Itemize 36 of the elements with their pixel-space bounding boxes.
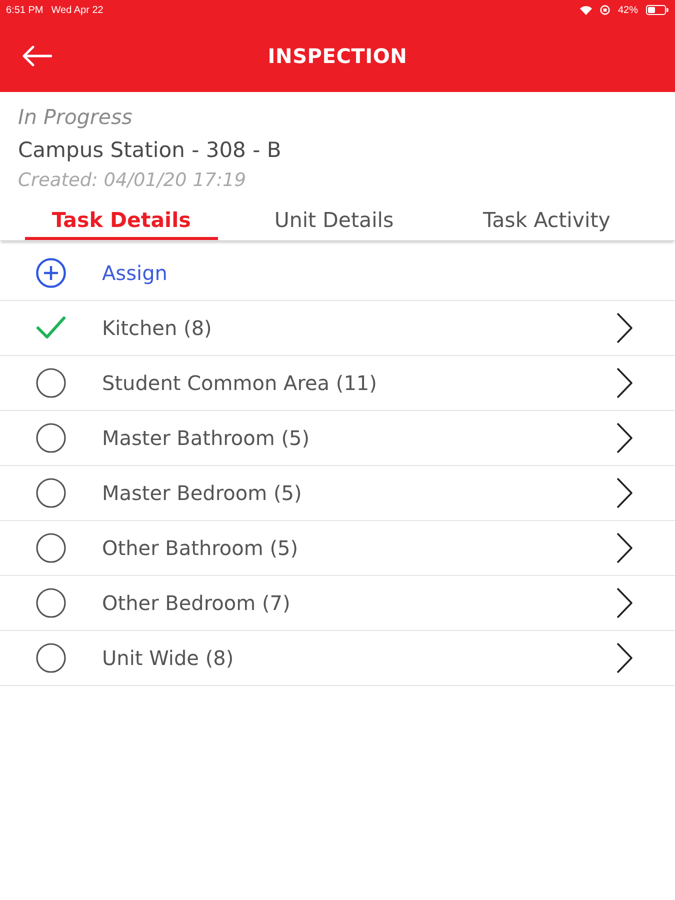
created-date: Created: 04/01/20 17:19	[18, 169, 248, 193]
unit-name: Campus Station - 308 - B	[18, 137, 282, 163]
area-name[interactable]: Other Bathroom (5)	[102, 536, 616, 560]
empty-circle-icon[interactable]	[36, 533, 66, 563]
area-name[interactable]: Unit Wide (8)	[102, 646, 616, 670]
page-title: INSPECTION	[266, 44, 408, 68]
chevron-right-icon[interactable]	[616, 312, 633, 344]
add-circle-icon[interactable]	[36, 258, 66, 288]
tab[interactable]: Unit Details	[238, 202, 430, 240]
area-name[interactable]: Master Bedroom (5)	[102, 481, 616, 505]
status-date: Wed Apr 22	[51, 4, 104, 16]
chevron-right-icon[interactable]	[616, 642, 633, 674]
rotation-lock-icon	[600, 5, 610, 15]
battery-icon	[646, 5, 669, 15]
tab[interactable]: Task Activity	[450, 202, 644, 240]
tab[interactable]: Task Details	[25, 202, 218, 240]
area-name[interactable]: Kitchen (8)	[102, 316, 616, 340]
chevron-right-icon[interactable]	[616, 477, 633, 509]
battery-percentage: 42%	[618, 4, 638, 16]
chevron-right-icon[interactable]	[616, 422, 633, 454]
chevron-right-icon[interactable]	[616, 587, 633, 619]
task-status: In Progress	[18, 104, 134, 130]
chevron-right-icon[interactable]	[616, 367, 633, 399]
area-name[interactable]: Student Common Area (11)	[102, 371, 616, 395]
empty-circle-icon[interactable]	[36, 588, 66, 618]
empty-circle-icon[interactable]	[36, 368, 66, 398]
empty-circle-icon[interactable]	[36, 643, 66, 673]
chevron-right-icon[interactable]	[616, 532, 633, 564]
status-time: 6:51 PM	[6, 4, 44, 16]
empty-circle-icon[interactable]	[36, 478, 66, 508]
back-arrow-icon[interactable]	[22, 45, 52, 67]
assign-link[interactable]: Assign	[102, 261, 168, 285]
area-name[interactable]: Master Bathroom (5)	[102, 426, 616, 450]
empty-circle-icon[interactable]	[36, 423, 66, 453]
area-name[interactable]: Other Bedroom (7)	[102, 591, 616, 615]
wifi-icon	[580, 6, 592, 14]
